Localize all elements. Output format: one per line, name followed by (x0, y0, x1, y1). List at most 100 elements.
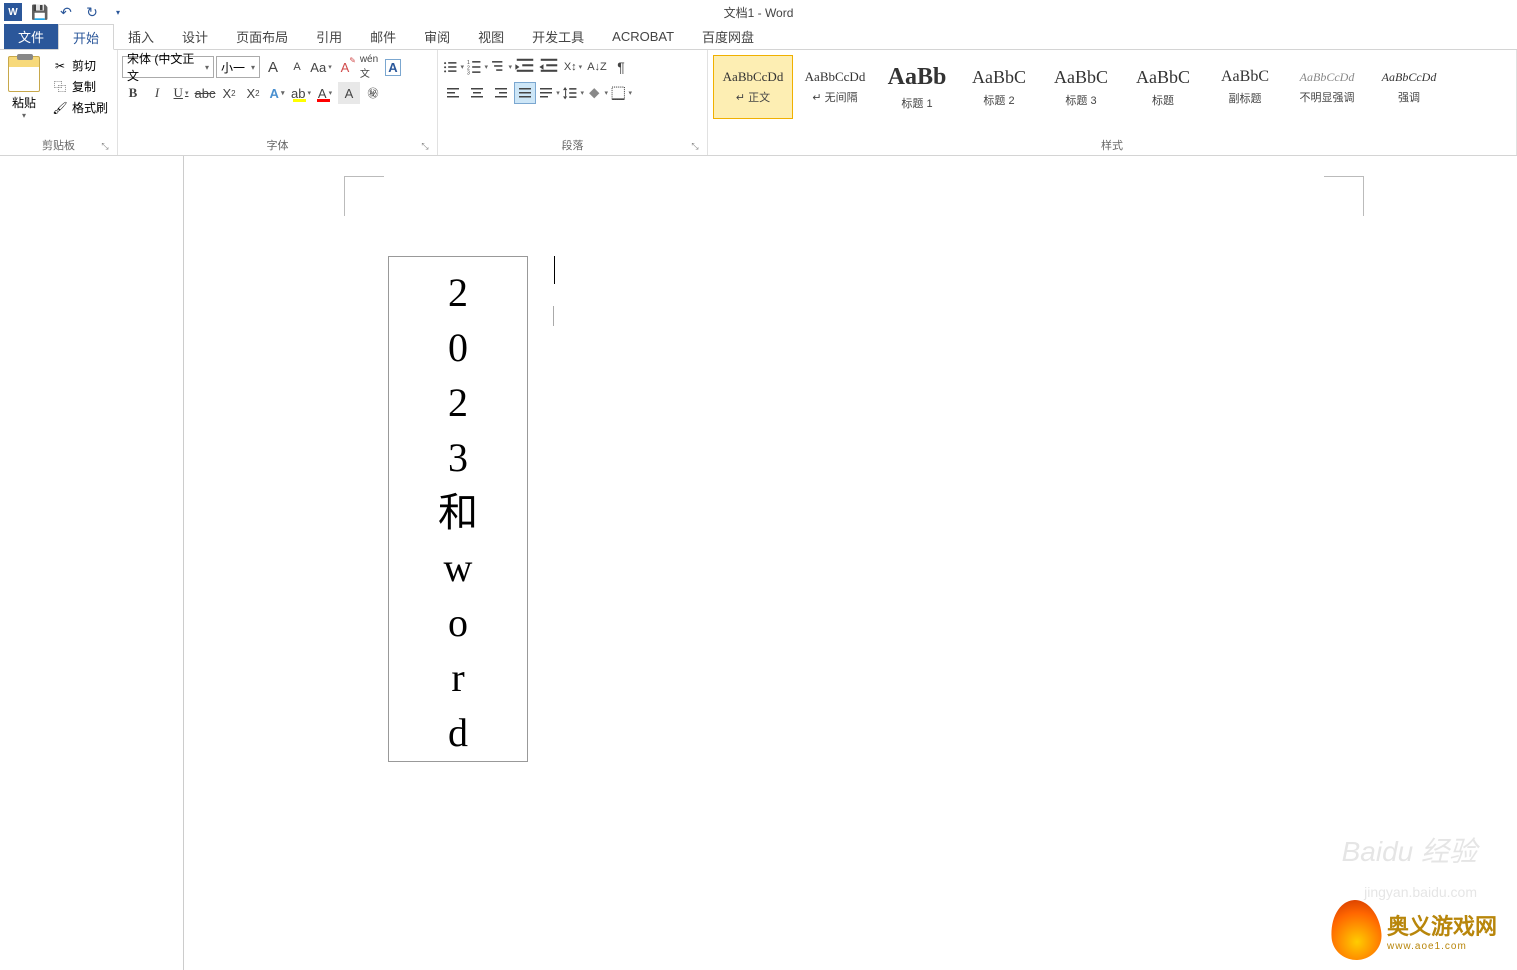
save-button[interactable]: 💾 (28, 1, 52, 23)
format-painter-button[interactable]: 🖌格式刷 (48, 98, 112, 117)
paragraph-launcher[interactable]: ⤡ (689, 141, 701, 153)
paragraph-group-label: 段落⤡ (442, 137, 703, 155)
text-char: d (448, 705, 468, 760)
style-item-5[interactable]: AaBbC标题 (1123, 55, 1203, 119)
tab-insert[interactable]: 插入 (114, 24, 168, 49)
page-corner-tr (1324, 176, 1364, 216)
cut-label: 剪切 (72, 57, 96, 74)
text-char: 2 (448, 265, 468, 320)
line-spacing-button[interactable] (562, 82, 584, 104)
underline-button[interactable]: U (170, 82, 192, 104)
clipboard-launcher[interactable]: ⤡ (99, 141, 111, 153)
text-effects-button[interactable]: A (266, 82, 288, 104)
copy-label: 复制 (72, 78, 96, 95)
align-distributed-button[interactable] (538, 82, 560, 104)
shading-button[interactable] (586, 82, 608, 104)
sort-button[interactable]: A↓Z (586, 56, 608, 78)
paste-button[interactable]: 粘贴 ▾ (4, 52, 44, 120)
char-border-button[interactable]: A (382, 56, 404, 78)
group-paragraph: 123 X↕ A↓Z ¶ (438, 50, 708, 155)
text-direction-button[interactable]: X↕ (562, 56, 584, 78)
svg-text:3: 3 (467, 70, 470, 75)
text-cursor (554, 256, 555, 284)
page-corner-tl (344, 176, 384, 216)
style-item-3[interactable]: AaBbC标题 2 (959, 55, 1039, 119)
quick-access-toolbar: 💾 ↶ ↻ ▾ (28, 1, 130, 23)
qat-customize[interactable]: ▾ (106, 1, 130, 23)
clipboard-group-label: 剪贴板⤡ (4, 137, 113, 155)
show-marks-button[interactable]: ¶ (610, 56, 632, 78)
bullets-button[interactable] (442, 56, 464, 78)
tab-review[interactable]: 审阅 (410, 24, 464, 49)
style-item-6[interactable]: AaBbC副标题 (1205, 55, 1285, 119)
align-right-button[interactable] (490, 82, 512, 104)
chevron-down-icon: ▾ (205, 63, 209, 72)
enclose-char-button[interactable]: ㊙ (362, 82, 384, 104)
group-clipboard: 粘贴 ▾ ✂剪切 ⿻复制 🖌格式刷 剪贴板⤡ (0, 50, 118, 155)
strikethrough-button[interactable]: abc (194, 82, 216, 104)
change-case-button[interactable]: Aa (310, 56, 332, 78)
multilevel-button[interactable] (490, 56, 512, 78)
styles-gallery[interactable]: AaBbCcDd↵ 正文AaBbCcDd↵ 无间隔AaBb标题 1AaBbC标题… (712, 52, 1450, 120)
text-char: 2 (448, 375, 468, 430)
tab-acrobat[interactable]: ACROBAT (598, 24, 688, 49)
paste-label: 粘贴 (12, 94, 36, 111)
word-app-icon: W (4, 3, 22, 21)
font-size-combo[interactable]: 小一▾ (216, 56, 260, 78)
font-launcher[interactable]: ⤡ (419, 141, 431, 153)
tab-home[interactable]: 开始 (58, 24, 114, 50)
align-justify-button[interactable] (514, 82, 536, 104)
align-left-button[interactable] (442, 82, 464, 104)
tab-file[interactable]: 文件 (4, 24, 58, 49)
highlight-button[interactable]: ab (290, 82, 312, 104)
group-font: 宋体 (中文正文▾ 小一▾ A A Aa A✎ wén文 A B I U abc… (118, 50, 438, 155)
italic-button[interactable]: I (146, 82, 168, 104)
increase-indent-button[interactable] (538, 56, 560, 78)
clear-format-button[interactable]: A✎ (334, 56, 356, 78)
tab-baidu[interactable]: 百度网盘 (688, 24, 768, 49)
scissors-icon: ✂ (52, 58, 68, 74)
tab-design[interactable]: 设计 (168, 24, 222, 49)
bold-button[interactable]: B (122, 82, 144, 104)
font-group-label: 字体⤡ (122, 137, 433, 155)
font-color-button[interactable]: A (314, 82, 336, 104)
style-item-1[interactable]: AaBbCcDd↵ 无间隔 (795, 55, 875, 119)
tab-developer[interactable]: 开发工具 (518, 24, 598, 49)
left-margin (0, 156, 184, 970)
text-char: r (451, 650, 464, 705)
style-item-4[interactable]: AaBbC标题 3 (1041, 55, 1121, 119)
text-char: 0 (448, 320, 468, 375)
grow-font-button[interactable]: A (262, 56, 284, 78)
font-name-combo[interactable]: 宋体 (中文正文▾ (122, 56, 214, 78)
align-center-button[interactable] (466, 82, 488, 104)
char-shading-button[interactable]: A (338, 82, 360, 104)
decrease-indent-button[interactable] (514, 56, 536, 78)
text-char: 3 (448, 430, 468, 485)
tab-layout[interactable]: 页面布局 (222, 24, 302, 49)
subscript-button[interactable]: X2 (218, 82, 240, 104)
borders-button[interactable] (610, 82, 632, 104)
brush-icon: 🖌 (52, 100, 68, 116)
document-area[interactable]: 2023和word (0, 156, 1517, 970)
phonetic-button[interactable]: wén文 (358, 56, 380, 78)
style-item-7[interactable]: AaBbCcDd不明显强调 (1287, 55, 1367, 119)
vertical-text-box[interactable]: 2023和word (388, 256, 528, 762)
redo-button[interactable]: ↻ (80, 1, 104, 23)
group-styles: AaBbCcDd↵ 正文AaBbCcDd↵ 无间隔AaBb标题 1AaBbC标题… (708, 50, 1517, 155)
style-item-0[interactable]: AaBbCcDd↵ 正文 (713, 55, 793, 119)
style-item-2[interactable]: AaBb标题 1 (877, 55, 957, 119)
text-char: 和 (438, 485, 478, 540)
paste-icon (8, 56, 40, 92)
tab-mail[interactable]: 邮件 (356, 24, 410, 49)
tab-references[interactable]: 引用 (302, 24, 356, 49)
shrink-font-button[interactable]: A (286, 56, 308, 78)
title-bar: W 💾 ↶ ↻ ▾ 文档1 - Word (0, 0, 1517, 24)
undo-button[interactable]: ↶ (54, 1, 78, 23)
style-item-8[interactable]: AaBbCcDd强调 (1369, 55, 1449, 119)
copy-button[interactable]: ⿻复制 (48, 77, 112, 96)
tab-view[interactable]: 视图 (464, 24, 518, 49)
cut-button[interactable]: ✂剪切 (48, 56, 112, 75)
numbering-button[interactable]: 123 (466, 56, 488, 78)
superscript-button[interactable]: X2 (242, 82, 264, 104)
chevron-down-icon: ▾ (251, 63, 255, 72)
